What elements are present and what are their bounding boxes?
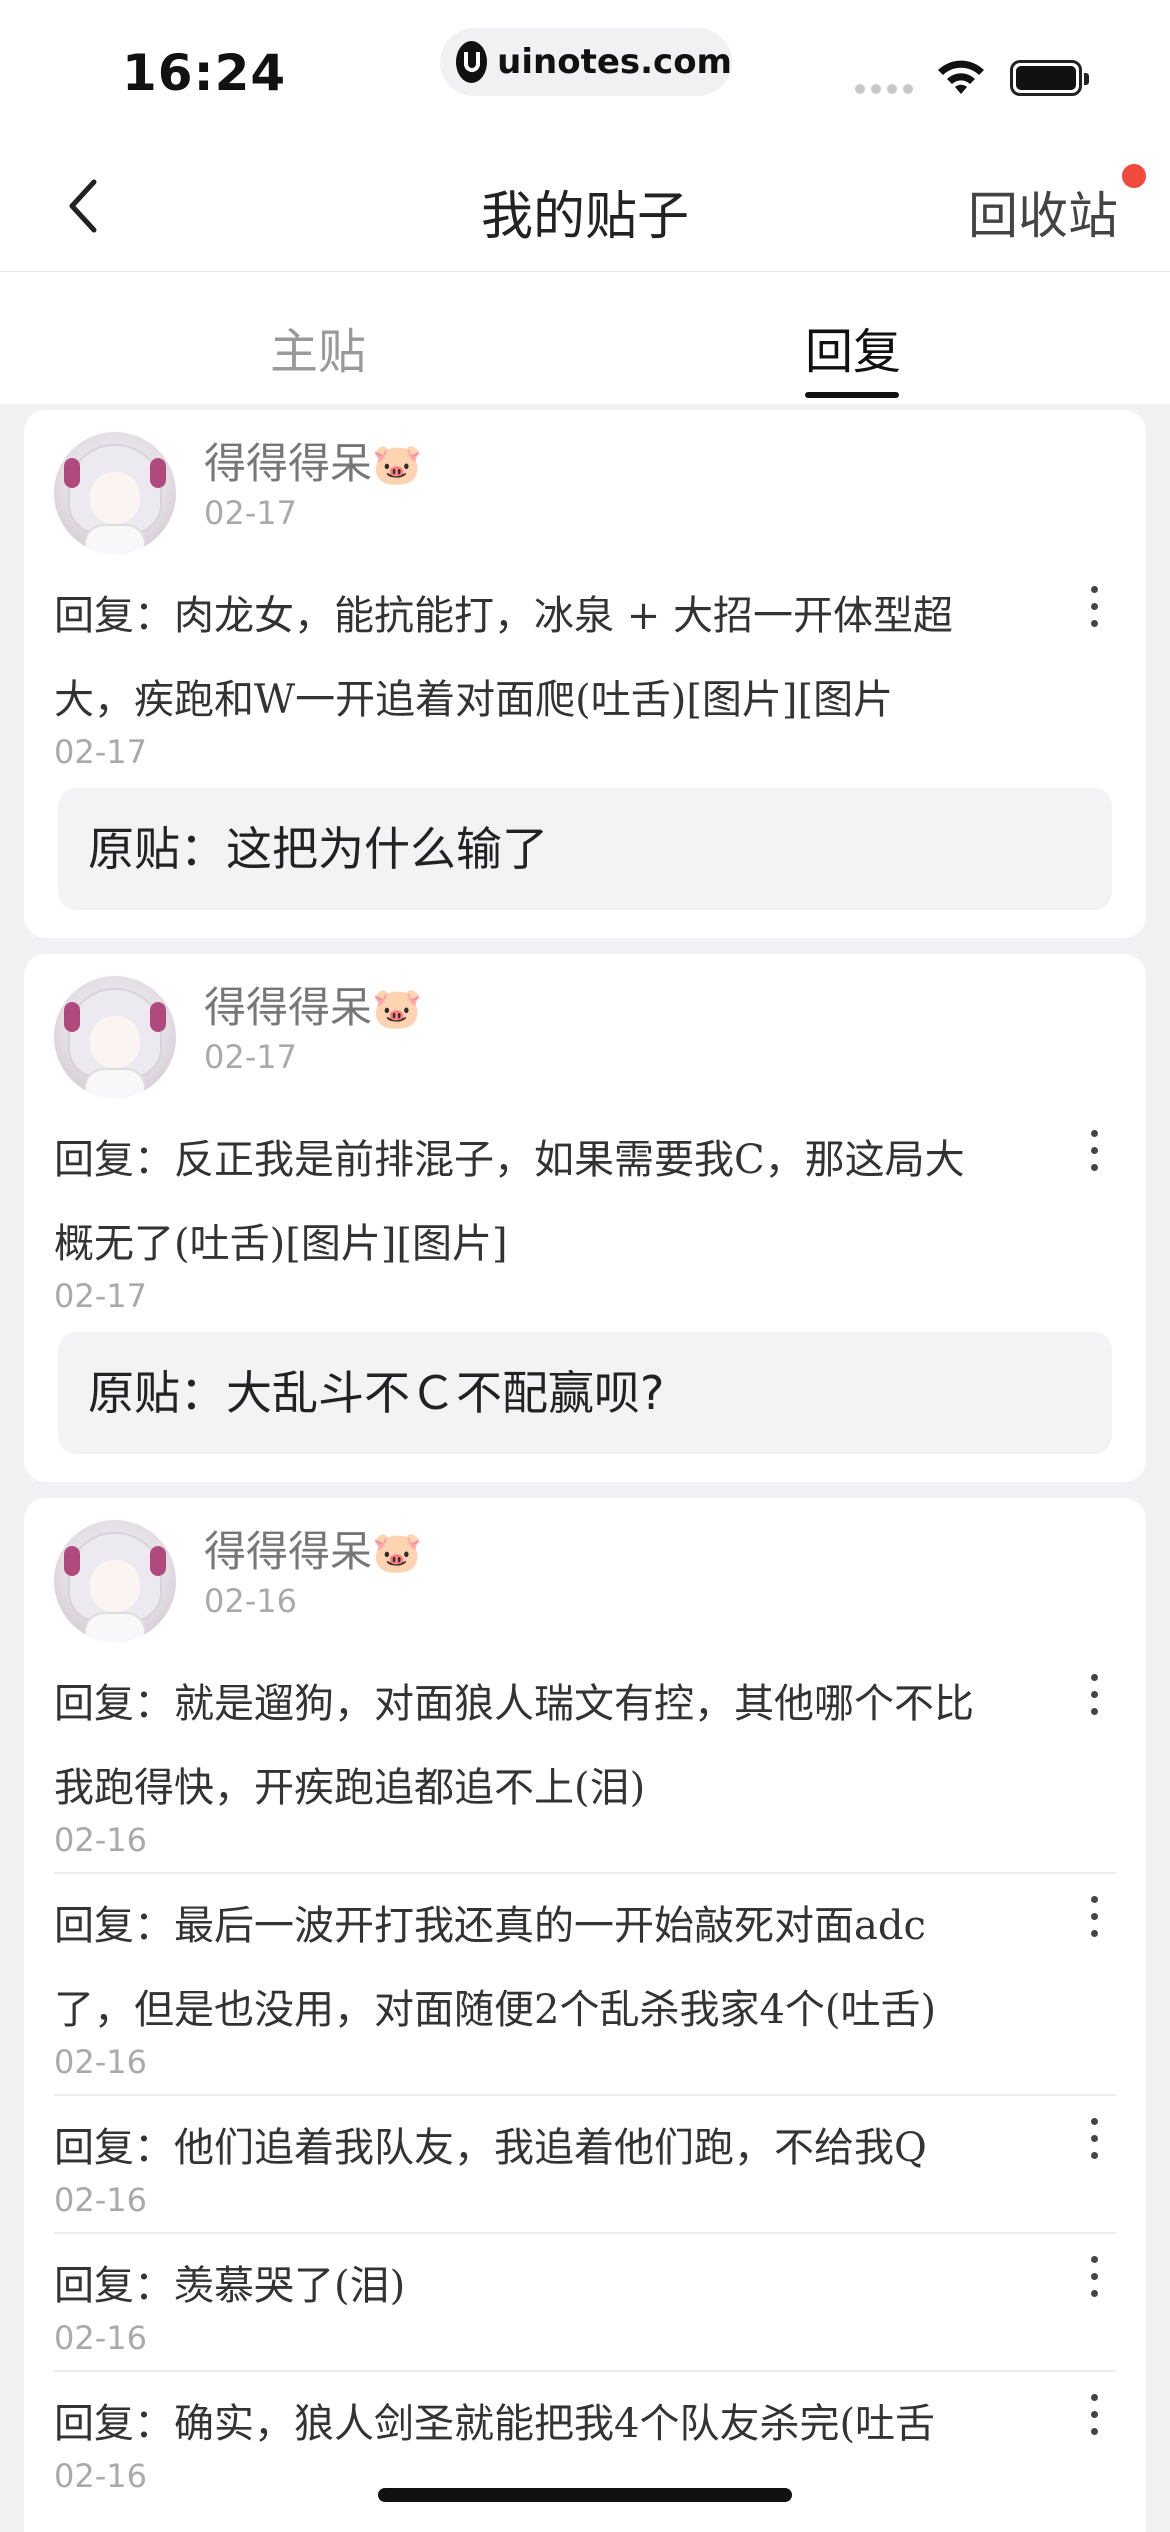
more-options-icon[interactable] bbox=[1084, 2256, 1104, 2316]
reply-text: 回复：就是遛狗，对面狼人瑞文有控，其他哪个不比我跑得快，开疾跑追都追不上(泪) bbox=[54, 1681, 974, 1811]
divider bbox=[54, 2370, 1116, 2372]
pig-emoji-icon: 🐷 bbox=[372, 1530, 422, 1576]
reply-card[interactable]: 得得得呆🐷 02-17 回复：反正我是前排混子，如果需要我C，那这局大概无了(吐… bbox=[24, 954, 1146, 1482]
reply-item[interactable]: 回复：他们追着我队友，我追着他们跑，不给我Q 02-16 bbox=[54, 2106, 1116, 2220]
reply-text: 回复：最后一波开打我还真的一开始敲死对面adc了，但是也没用，对面随便2个乱杀我… bbox=[54, 1903, 937, 2033]
more-options-icon[interactable] bbox=[1084, 1130, 1104, 1190]
original-post[interactable]: 原贴：这把为什么输了 bbox=[58, 788, 1112, 910]
more-options-icon[interactable] bbox=[1084, 1896, 1104, 1956]
active-tab-indicator bbox=[805, 392, 899, 398]
url-text: uinotes.com bbox=[497, 42, 732, 82]
nav-bar: 我的贴子 回收站 bbox=[0, 140, 1170, 272]
reply-item[interactable]: 回复：就是遛狗，对面狼人瑞文有控，其他哪个不比我跑得快，开疾跑追都追不上(泪) … bbox=[54, 1662, 1116, 1860]
home-indicator[interactable] bbox=[378, 2488, 792, 2502]
signal-icon bbox=[855, 84, 913, 94]
more-options-icon[interactable] bbox=[1084, 586, 1104, 646]
reply-text: 回复：羡慕哭了(泪) bbox=[54, 2263, 406, 2309]
status-bar: 16:24 uinotes.com bbox=[0, 0, 1170, 140]
url-pill[interactable]: uinotes.com bbox=[440, 28, 732, 96]
recycle-bin-button[interactable]: 回收站 bbox=[968, 176, 1118, 248]
original-post[interactable]: 原贴：大乱斗不Ｃ不配赢呗? bbox=[58, 1332, 1112, 1454]
status-time: 16:24 bbox=[122, 44, 287, 102]
battery-icon bbox=[1010, 60, 1089, 96]
card-date: 02-17 bbox=[204, 1038, 297, 1076]
username[interactable]: 得得得呆🐷 bbox=[204, 1518, 422, 1579]
divider bbox=[54, 2232, 1116, 2234]
reply-card[interactable]: 得得得呆🐷 02-17 回复：肉龙女，能抗能打，冰泉 + 大招一开体型超大，疾跑… bbox=[24, 410, 1146, 938]
username[interactable]: 得得得呆🐷 bbox=[204, 430, 422, 491]
reply-card[interactable]: 得得得呆🐷 02-16 回复：就是遛狗，对面狼人瑞文有控，其他哪个不比我跑得快，… bbox=[24, 1498, 1146, 2532]
reply-text: 回复：确实，狼人剑圣就能把我4个队友杀完(吐舌 bbox=[54, 2401, 936, 2447]
more-options-icon[interactable] bbox=[1084, 2394, 1104, 2454]
reply-item[interactable]: 回复：确实，狼人剑圣就能把我4个队友杀完(吐舌 02-16 bbox=[54, 2382, 1116, 2496]
divider bbox=[54, 1872, 1116, 1874]
more-options-icon[interactable] bbox=[1084, 2118, 1104, 2178]
username[interactable]: 得得得呆🐷 bbox=[204, 974, 422, 1035]
reply-text: 回复：肉龙女，能抗能打，冰泉 + 大招一开体型超大，疾跑和W一开追着对面爬(吐舌… bbox=[54, 593, 953, 723]
reply-text: 回复：反正我是前排混子，如果需要我C，那这局大概无了(吐舌)[图片][图片] bbox=[54, 1137, 965, 1267]
avatar[interactable] bbox=[54, 1520, 176, 1642]
divider bbox=[54, 2094, 1116, 2096]
reply-item[interactable]: 回复：最后一波开打我还真的一开始敲死对面adc了，但是也没用，对面随便2个乱杀我… bbox=[54, 1884, 1116, 2082]
avatar[interactable] bbox=[54, 976, 176, 1098]
site-logo-icon bbox=[456, 41, 488, 83]
card-date: 02-17 bbox=[204, 494, 297, 532]
reply-item[interactable]: 回复：肉龙女，能抗能打，冰泉 + 大招一开体型超大，疾跑和W一开追着对面爬(吐舌… bbox=[54, 574, 1116, 772]
notification-dot bbox=[1122, 164, 1146, 188]
reply-item[interactable]: 回复：羡慕哭了(泪) 02-16 bbox=[54, 2244, 1116, 2358]
pig-emoji-icon: 🐷 bbox=[372, 442, 422, 488]
avatar[interactable] bbox=[54, 432, 176, 554]
pig-emoji-icon: 🐷 bbox=[372, 986, 422, 1032]
wifi-icon bbox=[938, 60, 984, 94]
more-options-icon[interactable] bbox=[1084, 1674, 1104, 1734]
tab-bar: 主贴 回复 bbox=[0, 272, 1170, 404]
card-date: 02-16 bbox=[204, 1582, 297, 1620]
tab-replies[interactable]: 回复 bbox=[805, 312, 901, 382]
reply-item[interactable]: 回复：反正我是前排混子，如果需要我C，那这局大概无了(吐舌)[图片][图片] 0… bbox=[54, 1118, 1116, 1316]
tab-main-posts[interactable]: 主贴 bbox=[270, 312, 366, 382]
reply-text: 回复：他们追着我队友，我追着他们跑，不给我Q bbox=[54, 2125, 927, 2171]
